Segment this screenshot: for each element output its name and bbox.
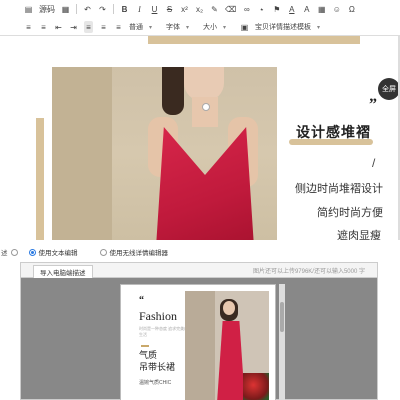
unlink-icon[interactable]: ⋆ [257,3,266,15]
emoji-icon[interactable]: ☺ [332,3,341,15]
table-icon[interactable]: ▦ [317,3,326,15]
template-select-value: 宝贝详情描述模板 [255,24,312,31]
align-right-icon[interactable]: ≡ [114,21,123,33]
superscript-icon[interactable]: x² [180,3,189,15]
format-brush-icon[interactable]: ✎ [210,3,219,15]
radio-dot-selected [28,248,36,256]
chevron-down-icon: ▾ [223,24,227,31]
mobile-photo-face [223,301,235,315]
scrollbar-thumb[interactable] [280,302,284,332]
feature-line-3: 遮肉显瘦 [337,230,381,240]
feature-line-2: 简约时尚方便 [317,207,383,219]
headline-underline [289,139,373,145]
feature-line-1: 侧边时尚堆褶设计 [295,183,383,195]
align-left-icon[interactable]: ≡ [84,21,93,33]
chevron-down-icon: ▾ [317,24,321,31]
mobile-feature-text: 气质 吊带长裙 [139,349,175,373]
paragraph-select-value: 普通 [129,24,143,31]
preview-icon[interactable]: ▦ [61,3,70,15]
quote-mark: ” [369,96,377,113]
editor-page: ▤ 源码 ▦ ↶ ↷ B I U S x² x₂ ✎ ⌫ ∞ ⋆ ⚑ A A ▦… [0,0,400,400]
decor-gold-bar-left [36,118,44,240]
divider [76,4,77,14]
eraser-icon[interactable]: ⌫ [225,3,236,15]
link-icon[interactable]: ∞ [242,3,251,15]
outdent-icon[interactable]: ⇤ [54,21,63,33]
chevron-down-icon: ▾ [149,24,153,31]
image-icon[interactable]: ▣ [240,21,249,33]
photo-earring [202,103,210,111]
mobile-photo-door [185,291,215,400]
mobile-photo-dress [217,321,245,400]
mobile-line-1: 气质 [139,350,158,360]
import-pc-description-tab[interactable]: 导入电脑端描述 [33,265,93,278]
panel-header: 导入电脑端描述 图片还可以上传9796K/还可以输入5000 字 [21,263,377,278]
mobile-caption: 温婉气质CHIC [139,380,172,386]
editor-toolbar: ▤ 源码 ▦ ↶ ↷ B I U S x² x₂ ✎ ⌫ ∞ ⋆ ⚑ A A ▦… [0,0,400,36]
edit-mode-row: 述 使用文本编辑 使用无线详情编辑器 [0,244,400,260]
radio-dot [99,248,107,256]
toolbar-row-1: ▤ 源码 ▦ ↶ ↷ B I U S x² x₂ ✎ ⌫ ∞ ⋆ ⚑ A A ▦… [0,0,400,18]
italic-icon[interactable]: I [135,3,144,15]
align-center-icon[interactable]: ≡ [99,21,108,33]
mobile-fashion-title: Fashion [139,309,178,323]
size-select[interactable]: 大小 ▾ [203,21,234,33]
photo-neck [192,97,218,127]
product-photo-red-dress[interactable] [52,67,277,240]
radio-wireless-edit[interactable]: 使用无线详情编辑器 [99,247,169,257]
mobile-description-panel: 导入电脑端描述 图片还可以上传9796K/还可以输入5000 字 “ Fashi… [20,262,378,400]
mobile-quote-mark: “ [139,295,144,306]
mobile-subtitle: 时尚是一种态度 追求完美的生活 [139,326,189,337]
subscript-icon[interactable]: x₂ [195,3,204,15]
mobile-preview[interactable]: “ Fashion 时尚是一种态度 追求完美的生活 气质 吊带长裙 温婉气质CH… [120,284,276,400]
photo-hair [162,67,184,115]
strikethrough-icon[interactable]: S [165,3,174,15]
indent-icon[interactable]: ⇥ [69,21,78,33]
fullscreen-button[interactable]: 全屏 [378,78,400,100]
photo-face [184,67,224,101]
anchor-icon[interactable]: ⚑ [272,3,281,15]
editor-content-area[interactable]: ” 设计感堆褶 / 侧边时尚堆褶设计 简约时尚方便 遮肉显瘦 全屏 [0,36,400,240]
photo-wall [52,67,112,240]
mode-row-label: 述 [1,250,8,257]
font-color-icon[interactable]: A [287,3,296,15]
radio-wireless-edit-label: 使用无线详情编辑器 [109,250,169,257]
template-select[interactable]: 宝贝详情描述模板 ▾ [255,21,328,33]
mobile-preview-scrollbar[interactable] [279,284,285,400]
redo-icon[interactable]: ↷ [98,3,107,15]
divider [113,4,114,14]
decor-gold-bar-top [148,36,360,44]
source-label[interactable]: 源码 [39,3,55,15]
font-select-value: 字体 [166,24,181,31]
slash-divider: / [372,156,376,170]
radio-extra[interactable] [10,248,18,256]
upload-counter: 图片还可以上传9796K/还可以输入5000 字 [252,269,365,275]
underline-icon[interactable]: U [150,3,159,15]
special-char-icon[interactable]: Ω [347,3,356,15]
chevron-down-icon: ▾ [186,24,190,31]
font-select[interactable]: 字体 ▾ [166,21,197,33]
ordered-list-icon[interactable]: ≡ [24,21,33,33]
radio-text-edit[interactable]: 使用文本编辑 [28,247,78,257]
bold-icon[interactable]: B [120,3,129,15]
mobile-line-2: 吊带长裙 [139,362,176,372]
mobile-gold-mark [141,345,149,347]
unordered-list-icon[interactable]: ≡ [39,21,48,33]
size-select-value: 大小 [203,24,218,31]
mobile-product-photo [185,291,269,400]
photo-dress [156,127,254,240]
panel-body: “ Fashion 时尚是一种态度 追求完美的生活 气质 吊带长裙 温婉气质CH… [21,278,377,400]
undo-icon[interactable]: ↶ [83,3,92,15]
toolbar-row-2: ≡ ≡ ⇤ ⇥ ≡ ≡ ≡ 普通 ▾ 字体 ▾ 大小 ▾ ▣ 宝贝详情描述模板 ▾ [0,18,400,36]
background-color-icon[interactable]: A [302,3,311,15]
mobile-photo-flowers [243,373,269,400]
paragraph-select[interactable]: 普通 ▾ [129,21,160,33]
radio-text-edit-label: 使用文本编辑 [38,250,78,257]
source-icon[interactable]: ▤ [24,3,33,15]
